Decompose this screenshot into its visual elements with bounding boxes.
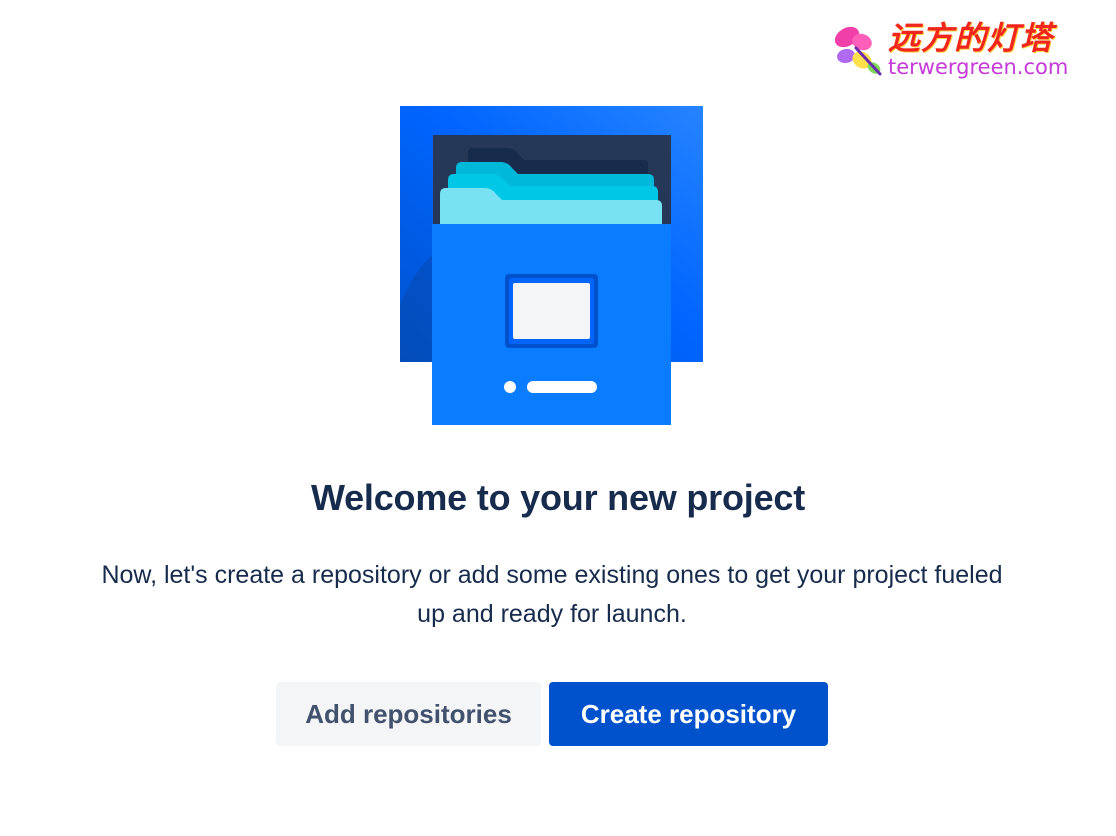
add-repositories-button[interactable]: Add repositories (276, 682, 541, 746)
watermark-logo: 远方的灯塔 terwergreen.com (832, 18, 1082, 82)
page-title: Welcome to your new project (310, 477, 806, 518)
page-description: Now, let's create a repository or add so… (101, 561, 1003, 628)
project-empty-state-page: 远方的灯塔 terwergreen.com Welcome to your ne… (0, 0, 1116, 836)
watermark-chinese-text: 远方的灯塔 (888, 19, 1054, 57)
drawer-label-card (513, 283, 590, 339)
create-repository-button[interactable]: Create repository (549, 682, 828, 746)
watermark-url-text: terwergreen.com (888, 55, 1069, 79)
drawer-handle-bar (527, 381, 597, 393)
open-file-drawer-icon (400, 106, 703, 425)
drawer-handle-dot (504, 381, 516, 393)
butterfly-icon (834, 26, 882, 76)
